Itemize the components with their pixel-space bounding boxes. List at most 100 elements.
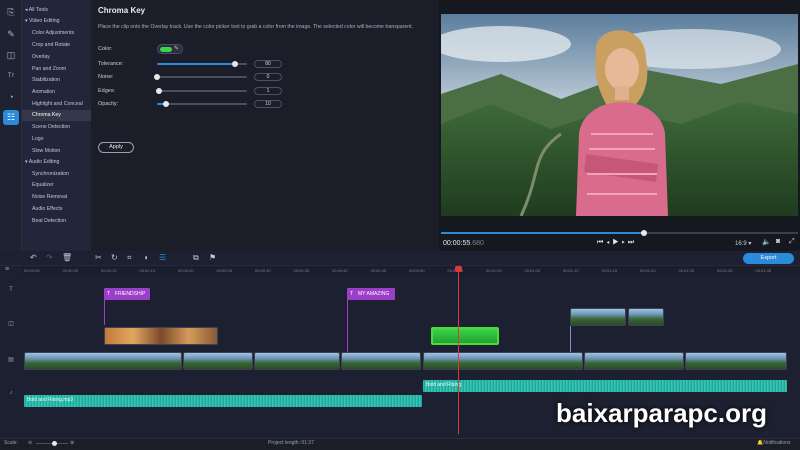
sidebar-item-chroma-key[interactable]: Chroma Key <box>22 110 91 121</box>
volume-icon[interactable]: 🔈 <box>762 238 771 246</box>
skip-forward-icon[interactable]: ⏭ <box>628 239 637 246</box>
project-length: Project length: 01:37 <box>268 440 314 446</box>
title-clip-my-amazing[interactable]: T MY AMAZING <box>347 288 395 300</box>
sidebar-item-all-tools[interactable]: ◂ All Tools <box>22 5 91 16</box>
video-clip[interactable] <box>685 352 787 370</box>
rotate-icon[interactable]: ↻ <box>111 253 118 262</box>
transitions-icon[interactable]: ◫ <box>3 48 19 63</box>
video-clip[interactable] <box>24 352 182 370</box>
delete-icon[interactable]: 🗑 <box>62 253 72 262</box>
stickers-icon[interactable]: ◔ <box>3 89 19 104</box>
panel-title: Chroma Key <box>98 6 146 15</box>
watermark: baixarparapc.org <box>556 398 767 428</box>
video-clip[interactable] <box>183 352 253 370</box>
wand-icon[interactable]: ✎ <box>3 27 19 42</box>
video-clip[interactable] <box>254 352 340 370</box>
cut-icon[interactable]: ✂ <box>95 253 102 262</box>
slider-knob[interactable] <box>154 74 160 80</box>
overlay-clip[interactable] <box>104 327 218 345</box>
slider-fill <box>157 63 236 65</box>
sidebar-item-animation[interactable]: Animation <box>22 87 91 98</box>
player-progress-fill <box>441 232 645 234</box>
sidebar-item-equalizer[interactable]: Equalizer <box>22 180 91 191</box>
audio-track-icon: ♪ <box>9 390 13 396</box>
noise-slider[interactable] <box>154 74 247 80</box>
video-clip[interactable] <box>341 352 421 370</box>
scale-slider[interactable] <box>36 441 68 446</box>
audio-clip-label: Bold and Rising.mp3 <box>27 397 74 403</box>
ruler-tick: 00:00:50 <box>409 268 425 273</box>
noise-value[interactable]: 0 <box>254 73 282 81</box>
tool-strip: ⎘ ✎ ◫ Tт ◔ ☷ <box>0 0 22 251</box>
overlay-clip-greenscreen[interactable] <box>431 327 499 345</box>
sidebar-item-color-adjustments[interactable]: Color Adjustments <box>22 28 91 39</box>
snapshot-icon[interactable]: ◙ <box>776 238 780 245</box>
eyedropper-icon[interactable]: ✎ <box>174 45 179 52</box>
ruler-tick: 00:01:35 <box>755 268 772 273</box>
sidebar-item-crop-rotate[interactable]: Crop and Rotate <box>22 40 91 51</box>
ruler-tick: 00:01:05 <box>524 268 541 273</box>
color-adjust-icon[interactable]: ◑ <box>143 253 148 262</box>
zoom-out-icon[interactable]: ⊖ <box>28 440 32 446</box>
opacity-value[interactable]: 10 <box>254 100 282 108</box>
overlay-icon[interactable]: ⧉ <box>193 253 199 263</box>
color-picker[interactable]: ✎ <box>157 44 183 54</box>
sidebar-group-audio-editing[interactable]: ▾ Audio Editing <box>22 157 91 168</box>
audio-clip[interactable] <box>423 380 787 392</box>
tolerance-value[interactable]: 80 <box>254 60 282 68</box>
sidebar-item-stabilization[interactable]: Stabilization <box>22 75 91 86</box>
tolerance-slider[interactable] <box>157 61 247 67</box>
sidebar-item-beat-detection[interactable]: Beat Detection <box>22 216 91 227</box>
video-track-icon: ▤ <box>8 357 14 363</box>
redo-icon[interactable]: ↷ <box>46 253 53 262</box>
playhead[interactable] <box>458 266 459 434</box>
overlay-clip[interactable] <box>570 308 626 326</box>
sidebar-item-logo[interactable]: Logo <box>22 134 91 145</box>
skip-back-icon[interactable]: ⏮ <box>597 239 606 246</box>
more-tools-icon[interactable]: ☷ <box>3 110 19 125</box>
sidebar-item-highlight-conceal[interactable]: Highlight and Conceal <box>22 99 91 110</box>
video-clip[interactable] <box>423 352 583 370</box>
properties-icon[interactable]: ☰ <box>159 253 166 262</box>
opacity-slider[interactable] <box>157 101 247 107</box>
titles-icon[interactable]: Tт <box>3 68 19 83</box>
sidebar-item-slow-motion[interactable]: Slow Motion <box>22 146 91 157</box>
slider-knob[interactable] <box>163 101 169 107</box>
ruler-tick: 00:00:35 <box>293 268 310 273</box>
sidebar-item-synchronization[interactable]: Synchronization <box>22 169 91 180</box>
zoom-in-icon[interactable]: ⊕ <box>70 440 74 446</box>
ruler-tick: 00:00:20 <box>178 268 194 273</box>
play-icon[interactable]: ▶ <box>612 239 621 246</box>
crop-icon[interactable]: ⌗ <box>127 253 132 263</box>
edges-value[interactable]: 1 <box>254 87 282 95</box>
sidebar-item-audio-effects[interactable]: Audio Effects <box>22 204 91 215</box>
scale-knob[interactable] <box>52 441 57 446</box>
audio-clip[interactable] <box>24 395 422 407</box>
sidebar-item-pan-zoom[interactable]: Pan and Zoom <box>22 64 91 75</box>
notifications[interactable]: 🔔Notifications <box>757 440 790 446</box>
import-icon[interactable]: ⎘ <box>3 5 19 20</box>
player-progress-track[interactable] <box>441 230 798 236</box>
add-track-icon[interactable]: ≡ <box>5 266 9 273</box>
title-clip-friendship[interactable]: T FRIENDSHIP <box>104 288 150 300</box>
ruler-tick: 00:00:45 <box>370 268 387 273</box>
sidebar-group-video-editing[interactable]: ▾ Video Editing <box>22 16 91 27</box>
marker-icon[interactable]: ⚑ <box>209 253 216 262</box>
overlay-clip[interactable] <box>628 308 664 326</box>
aspect-select[interactable]: 16:9 ▾ <box>735 240 751 247</box>
export-button[interactable]: Export <box>743 253 794 264</box>
sidebar-item-overlay[interactable]: Overlay <box>22 52 91 63</box>
playback-controls: ⏮◂▶▸⏭ <box>597 239 637 247</box>
slider-knob[interactable] <box>155 88 162 94</box>
video-clip[interactable] <box>584 352 684 370</box>
ruler-tick: 00:01:20 <box>640 268 656 273</box>
undo-icon[interactable]: ↶ <box>30 253 37 262</box>
title-stem <box>104 300 105 325</box>
playhead-handle[interactable] <box>455 266 462 272</box>
fullscreen-icon[interactable]: ⤢ <box>789 238 795 246</box>
title-stem <box>347 300 348 352</box>
sidebar-item-noise-removal[interactable]: Noise Removal <box>22 192 91 203</box>
edges-slider[interactable] <box>155 88 247 94</box>
apply-button[interactable]: Apply <box>98 142 134 153</box>
sidebar-item-scene-detection[interactable]: Scene Detection <box>22 122 91 133</box>
